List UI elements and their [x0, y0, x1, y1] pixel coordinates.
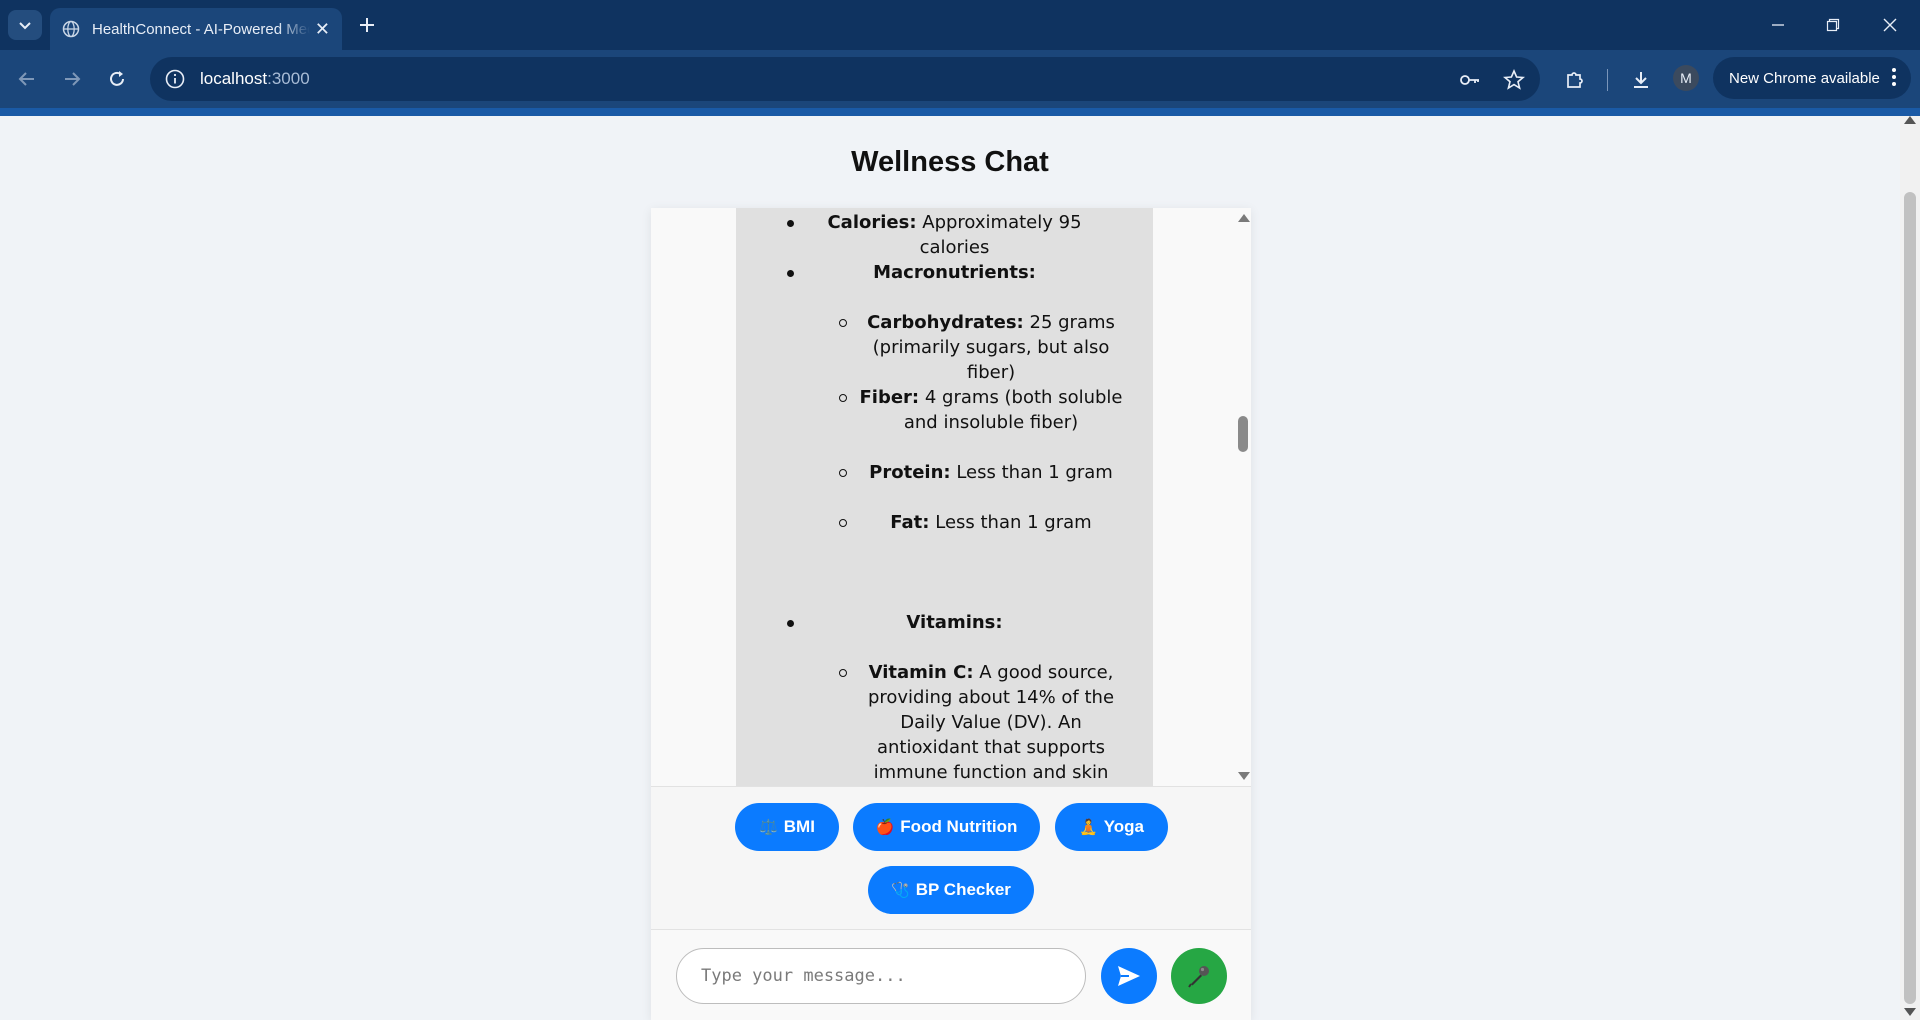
back-button[interactable]: [12, 64, 42, 94]
page-title: Wellness Chat: [851, 146, 1049, 178]
bullet-icon: [787, 270, 794, 277]
key-icon: [1460, 75, 1479, 85]
page-scroll-down-icon[interactable]: [1904, 1008, 1916, 1016]
yoga-button-label: Yoga: [1103, 817, 1144, 836]
header-accent-line: [0, 108, 1920, 116]
reload-button[interactable]: [102, 64, 132, 94]
browser-tab[interactable]: HealthConnect - AI-Powered Medical Assis…: [50, 8, 342, 50]
restore-icon: [1826, 18, 1840, 32]
scroll-up-icon[interactable]: [1238, 214, 1250, 222]
address-bar[interactable]: localhost:3000: [150, 57, 1540, 101]
calories-label: Calories:: [827, 212, 917, 233]
chat-scrollbar[interactable]: [1235, 208, 1251, 786]
chrome-update-label: New Chrome available: [1729, 69, 1880, 87]
restore-button[interactable]: [1813, 10, 1853, 40]
send-button[interactable]: [1101, 948, 1157, 1004]
message-input[interactable]: [676, 948, 1086, 1004]
more-menu-icon[interactable]: [1891, 67, 1897, 87]
quick-actions: ⚖️ BMI 🍎 Food Nutrition 🧘 Yoga 🩺 BP Chec…: [651, 786, 1251, 930]
page-scroll-up-icon[interactable]: [1904, 116, 1916, 124]
tab-title: HealthConnect - AI-Powered Medical Assis…: [92, 20, 310, 38]
minimize-button[interactable]: [1758, 10, 1798, 40]
macro-label: Protein:: [869, 462, 951, 483]
arrow-left-icon: [18, 72, 34, 86]
download-icon: [1634, 72, 1648, 88]
page-scrollbar[interactable]: [1900, 116, 1920, 1020]
tab-search-button[interactable]: [8, 10, 42, 40]
food-nutrition-button-label: Food Nutrition: [900, 817, 1018, 836]
site-info-icon[interactable]: [164, 68, 186, 90]
plus-icon: [360, 18, 374, 32]
microphone-icon: [1188, 966, 1209, 988]
bookmark-button[interactable]: [1502, 68, 1526, 92]
arrow-right-icon: [65, 72, 81, 86]
bp-checker-button-label: BP Checker: [915, 880, 1011, 899]
send-icon: [1118, 966, 1140, 986]
bmi-button[interactable]: ⚖️ BMI: [735, 803, 839, 851]
reload-icon: [110, 71, 124, 86]
vitamins-heading: Vitamins:: [906, 612, 1003, 633]
page-scroll-thumb[interactable]: [1904, 192, 1916, 1004]
circle-bullet-icon: [839, 469, 847, 477]
scale-icon: ⚖️: [759, 819, 778, 836]
globe-icon: [62, 20, 80, 38]
circle-bullet-icon: [839, 319, 847, 327]
bot-message-bubble: Calories: Approximately 95 calories Macr…: [736, 208, 1153, 786]
apple-icon: 🍎: [875, 819, 895, 836]
password-key-button[interactable]: [1458, 68, 1482, 92]
close-icon: [1883, 18, 1897, 32]
chrome-update-button[interactable]: New Chrome available: [1713, 57, 1911, 99]
minimize-icon: [1772, 24, 1784, 26]
scroll-down-icon[interactable]: [1238, 772, 1250, 780]
scroll-thumb[interactable]: [1238, 416, 1248, 452]
chat-messages[interactable]: Calories: Approximately 95 calories Macr…: [651, 208, 1251, 786]
macro-value: Less than 1 gram: [956, 462, 1113, 483]
url-port: :3000: [267, 69, 310, 88]
bullet-icon: [787, 620, 794, 627]
url-text: localhost:3000: [200, 69, 310, 89]
macro-label: Fiber:: [859, 387, 920, 408]
yoga-button[interactable]: 🧘 Yoga: [1055, 803, 1168, 851]
url-host: localhost: [200, 69, 268, 88]
close-window-button[interactable]: [1870, 10, 1910, 40]
bmi-button-label: BMI: [783, 817, 815, 836]
circle-bullet-icon: [839, 669, 847, 677]
mic-button[interactable]: [1171, 948, 1227, 1004]
page-viewport: Wellness Chat Calories: Approximately 95…: [0, 116, 1900, 1020]
food-nutrition-button[interactable]: 🍎 Food Nutrition: [853, 803, 1040, 851]
forward-button[interactable]: [57, 64, 87, 94]
browser-tab-strip: HealthConnect - AI-Powered Medical Assis…: [0, 0, 1920, 50]
puzzle-icon: [1567, 72, 1583, 88]
toolbar-separator: [1607, 69, 1608, 91]
browser-toolbar: localhost:3000: [0, 50, 1920, 108]
vitamin-label: Vitamin C:: [868, 662, 974, 683]
circle-bullet-icon: [839, 519, 847, 527]
macros-heading: Macronutrients:: [873, 262, 1036, 283]
stethoscope-icon: 🩺: [891, 882, 910, 899]
bullet-icon: [787, 220, 794, 227]
macro-value: Less than 1 gram: [935, 512, 1092, 533]
macro-label: Fat:: [890, 512, 930, 533]
chevron-down-icon: [19, 22, 31, 30]
downloads-button[interactable]: [1628, 67, 1654, 93]
star-icon: [1503, 69, 1525, 90]
chat-container: Calories: Approximately 95 calories Macr…: [651, 208, 1251, 1020]
macro-label: Carbohydrates:: [867, 312, 1024, 333]
bp-checker-button[interactable]: 🩺 BP Checker: [868, 866, 1034, 914]
tab-close-icon[interactable]: ✕: [315, 19, 330, 40]
yoga-icon: 🧘: [1079, 819, 1098, 836]
extensions-button[interactable]: [1562, 67, 1588, 93]
new-tab-button[interactable]: [354, 12, 380, 38]
composer: [651, 930, 1251, 1020]
profile-avatar[interactable]: M: [1673, 65, 1699, 91]
calories-value: Approximately 95 calories: [919, 212, 1082, 258]
circle-bullet-icon: [839, 394, 847, 402]
macro-value: 4 grams (both soluble and insoluble fibe…: [903, 387, 1123, 433]
